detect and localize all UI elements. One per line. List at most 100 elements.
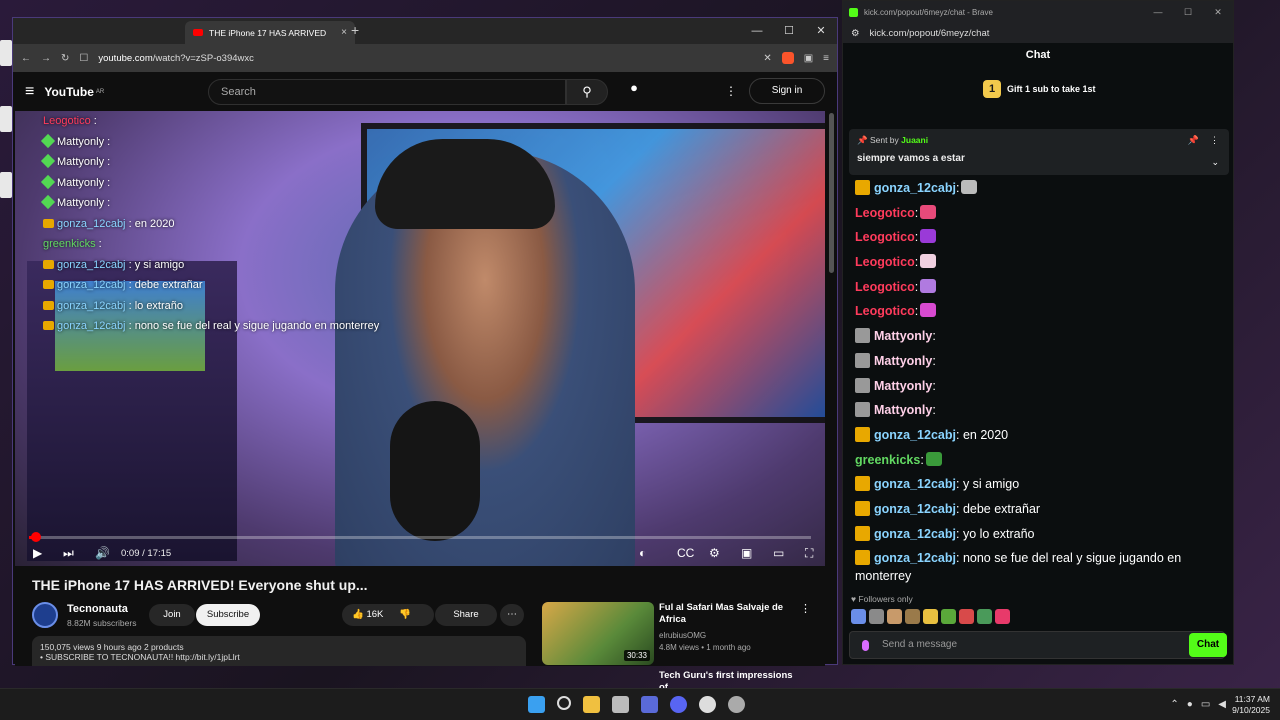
emote-icon[interactable] [959, 609, 974, 624]
chat-send-button[interactable]: Chat [1189, 633, 1227, 657]
bookmark-icon[interactable]: ☐ [79, 53, 88, 64]
minimize-button[interactable]: — [741, 18, 773, 44]
chevron-down-icon[interactable]: ⌄ [1211, 157, 1219, 168]
description-box[interactable]: 150,075 views 9 hours ago 2 products • S… [32, 636, 526, 666]
channel-avatar[interactable] [32, 602, 58, 628]
sign-in-button[interactable]: Sign in [749, 78, 825, 104]
brave-shield-icon[interactable] [781, 52, 794, 64]
channel-name[interactable]: Tecnonauta [67, 603, 128, 615]
volume-icon[interactable]: 🔊 [95, 546, 110, 560]
url-field[interactable]: youtube.com/watch?v=zSP-o394wxc [98, 53, 753, 64]
chat-username[interactable]: Leogotico [855, 304, 915, 318]
play-icon[interactable]: ▶ [33, 546, 42, 560]
mic-tray-icon[interactable]: ● [1187, 699, 1193, 710]
chevron-up-icon[interactable]: ⌃ [1170, 699, 1178, 710]
new-tab-icon[interactable]: + [351, 22, 359, 38]
chat-input[interactable]: Send a message [849, 631, 1225, 659]
search-icon[interactable]: ⚲ [566, 79, 608, 105]
search-input[interactable]: Search [208, 79, 566, 105]
scrollbar[interactable] [829, 113, 834, 273]
gift-sub-banner[interactable]: 1 Gift 1 sub to take 1st [983, 80, 1096, 98]
search-icon[interactable] [557, 696, 571, 710]
chat-mic-icon[interactable] [862, 640, 869, 651]
progress-bar[interactable] [29, 532, 811, 542]
miniplayer-icon[interactable]: ▣ [741, 546, 752, 560]
recommended-thumbnail[interactable]: 30:33 [542, 602, 654, 665]
clock[interactable]: 11:37 AM 9/10/2025 [1232, 694, 1270, 716]
chat-username[interactable]: greenkicks [855, 453, 920, 467]
more-options-icon[interactable]: ⋮ [725, 84, 737, 98]
chat-username[interactable]: gonza_12cabj [874, 502, 956, 516]
pinned-user[interactable]: Juaani [901, 135, 928, 145]
discord-icon[interactable] [670, 696, 687, 713]
extensions-icon[interactable]: ▣ [804, 53, 813, 64]
pinned-message[interactable]: 📌 Sent by Juaani siempre vamos a estar 📌… [849, 129, 1229, 175]
file-explorer-icon[interactable] [583, 696, 600, 713]
microphone-icon[interactable]: ● [623, 80, 645, 102]
dislike-icon[interactable]: 👎 [399, 609, 411, 620]
chat-username[interactable]: Mattyonly [874, 403, 932, 417]
fullscreen-icon[interactable]: ⛶ [805, 546, 813, 561]
emote-icon[interactable] [977, 609, 992, 624]
more-options-icon[interactable]: ⋮ [800, 602, 811, 615]
minimize-button[interactable]: — [1143, 1, 1173, 23]
start-icon[interactable] [528, 696, 545, 713]
tab-youtube[interactable]: THE iPhone 17 HAS ARRIVED × [185, 21, 355, 44]
brave-taskbar-icon[interactable] [641, 696, 658, 713]
speaker-icon[interactable]: ◀ [1218, 699, 1226, 710]
settings-icon[interactable] [728, 696, 745, 713]
emote-icon[interactable] [941, 609, 956, 624]
chat-username[interactable]: Mattyonly [874, 329, 932, 343]
chat-username[interactable]: Leogotico [855, 255, 915, 269]
share-button[interactable]: Share [435, 604, 497, 626]
emote-icon[interactable] [905, 609, 920, 624]
site-info-icon[interactable]: ⚙ [851, 28, 860, 39]
emote-icon[interactable] [851, 609, 866, 624]
subscribe-button[interactable]: Subscribe [196, 604, 260, 626]
close-tab-icon[interactable]: × [341, 27, 347, 38]
progress-scrubber[interactable] [31, 532, 42, 542]
recommended-item[interactable]: Tech Guru's first impressions of [542, 670, 812, 693]
chrome-icon[interactable] [699, 696, 716, 713]
theater-icon[interactable]: ▭ [773, 546, 784, 560]
close-button[interactable]: ✕ [1203, 1, 1233, 23]
emote-icon[interactable] [995, 609, 1010, 624]
next-icon[interactable]: ⏭ [63, 546, 74, 561]
maximize-button[interactable]: ☐ [773, 18, 805, 44]
unpin-icon[interactable]: 📌 [1188, 135, 1199, 146]
recommended-title[interactable]: Ful al Safari Mas Salvaje de Africa [659, 602, 799, 626]
desktop-file-icon[interactable] [0, 172, 12, 198]
chat-username[interactable]: Leogotico [855, 280, 915, 294]
desktop-file-icon[interactable] [0, 106, 12, 132]
chat-username[interactable]: Leogotico [855, 206, 915, 220]
autoplay-toggle[interactable]: ◐ [639, 546, 646, 560]
chat-username[interactable]: Leogotico [855, 230, 915, 244]
desktop-file-icon[interactable] [0, 40, 12, 66]
video-player[interactable]: Leogotico : Mattyonly : Mattyonly : Mattyon… [15, 111, 825, 566]
menu-icon[interactable]: ≡ [823, 53, 829, 64]
chat-username[interactable]: Mattyonly [874, 379, 932, 393]
like-button[interactable]: 👍 16K 👎 [342, 604, 434, 626]
join-button[interactable]: Join [149, 604, 195, 626]
hamburger-icon[interactable]: ≡ [25, 83, 34, 101]
chat-username[interactable]: gonza_12cabj [874, 428, 956, 442]
maximize-button[interactable]: ☐ [1173, 1, 1203, 23]
chat-username[interactable]: gonza_12cabj [874, 551, 956, 565]
youtube-logo[interactable]: YouTube [44, 85, 94, 99]
settings-icon[interactable]: ⚙ [709, 546, 720, 560]
recommended-item[interactable]: 30:33 Ful al Safari Mas Salvaje de Afric… [542, 602, 812, 666]
more-actions-button[interactable]: ⋯ [500, 604, 524, 626]
kick-url[interactable]: kick.com/popout/6meyz/chat [870, 28, 990, 39]
chat-username[interactable]: gonza_12cabj [874, 527, 956, 541]
emote-icon[interactable] [887, 609, 902, 624]
close-button[interactable]: ✕ [805, 18, 837, 44]
captions-icon[interactable]: CC [677, 546, 694, 560]
mute-icon[interactable]: ✕ [763, 53, 771, 64]
more-options-icon[interactable]: ⋮ [1210, 135, 1219, 146]
chat-username[interactable]: Mattyonly [874, 354, 932, 368]
recommended-channel[interactable]: elrubiusOMG [659, 630, 706, 641]
emote-icon[interactable] [923, 609, 938, 624]
chat-username[interactable]: gonza_12cabj [874, 477, 956, 491]
chat-username[interactable]: gonza_12cabj [874, 181, 956, 195]
forward-icon[interactable]: → [41, 53, 51, 64]
